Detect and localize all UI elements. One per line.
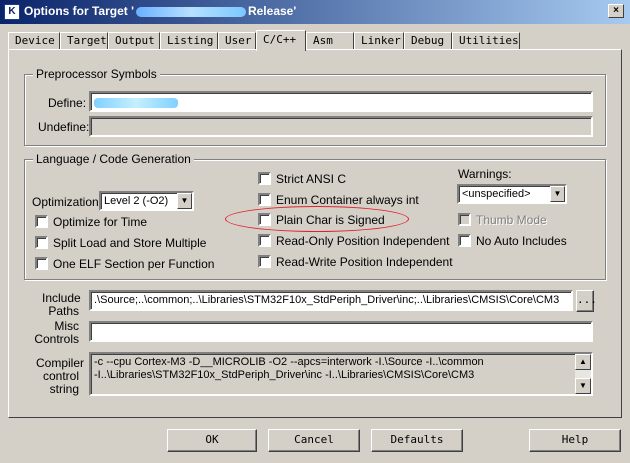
title-prefix: Options for Target '	[24, 4, 134, 18]
optimization-select[interactable]: Level 2 (-O2) ▼	[99, 191, 194, 211]
cancel-button[interactable]: Cancel	[268, 429, 360, 452]
optimization-value: Level 2 (-O2)	[104, 195, 169, 207]
tab-linker[interactable]: Linker	[354, 32, 404, 49]
redacted-define-value	[94, 98, 178, 108]
tab-asm[interactable]: Asm	[306, 32, 354, 49]
window-title: Options for Target ' Release'	[24, 4, 296, 18]
enum-container-checkbox[interactable]	[258, 193, 271, 206]
tab-listing[interactable]: Listing	[160, 32, 218, 49]
annotation-ellipse	[225, 206, 409, 232]
include-browse-button[interactable]: ...	[576, 290, 597, 312]
thumb-mode-checkbox	[458, 213, 471, 226]
ok-button[interactable]: OK	[167, 429, 257, 452]
help-button[interactable]: Help	[529, 429, 621, 452]
rwpi-checkbox[interactable]	[258, 255, 271, 268]
include-label-line2: Paths	[48, 304, 79, 318]
warnings-value: <unspecified>	[462, 188, 531, 200]
title-bar[interactable]: K Options for Target ' Release' ×	[0, 0, 630, 24]
one-elf-section-label: One ELF Section per Function	[53, 257, 215, 271]
one-elf-section-checkbox[interactable]	[35, 257, 48, 270]
compiler-label-line3: string	[49, 382, 79, 396]
warnings-label: Warnings:	[458, 167, 512, 181]
rwpi-label: Read-Write Position Independent	[276, 255, 453, 269]
include-paths-field[interactable]: .\Source;..\common;..\Libraries\STM32F10…	[89, 290, 573, 311]
thumb-mode-label: Thumb Mode	[476, 213, 547, 227]
compiler-scrollbar[interactable]: ▲ ▼	[575, 354, 591, 394]
tab-device[interactable]: Device	[8, 32, 60, 49]
tab-output[interactable]: Output	[108, 32, 160, 49]
chevron-down-icon[interactable]: ▼	[550, 186, 565, 202]
chevron-down-icon[interactable]: ▼	[177, 193, 192, 209]
no-auto-includes-label: No Auto Includes	[476, 234, 567, 248]
compiler-label-line2: control	[42, 369, 79, 383]
optimize-time-label: Optimize for Time	[53, 215, 148, 229]
app-icon: K	[4, 4, 20, 20]
split-load-store-label: Split Load and Store Multiple	[53, 236, 207, 250]
compiler-label-line1: Compiler	[36, 356, 85, 370]
ropi-checkbox[interactable]	[258, 234, 271, 247]
scroll-up-icon[interactable]: ▲	[575, 354, 591, 370]
compiler-line-1: -c --cpu Cortex-M3 -D__MICROLIB -O2 --ap…	[94, 356, 484, 368]
misc-controls-field[interactable]	[89, 321, 593, 342]
preprocessor-group-title: Preprocessor Symbols	[33, 67, 160, 81]
tab-target[interactable]: Target	[60, 32, 108, 49]
define-label: Define:	[48, 96, 87, 110]
strict-ansi-checkbox[interactable]	[258, 172, 271, 185]
include-label-line1: Include	[42, 291, 81, 305]
misc-label-line1: Misc	[54, 319, 79, 333]
no-auto-includes-checkbox[interactable]	[458, 234, 471, 247]
language-group-title: Language / Code Generation	[33, 152, 194, 166]
undefine-label: Undefine:	[38, 120, 90, 134]
scroll-down-icon[interactable]: ▼	[575, 378, 591, 394]
title-suffix: Release'	[247, 4, 297, 18]
misc-label-line2: Controls	[34, 332, 79, 346]
undefine-field	[89, 116, 593, 137]
close-button[interactable]: ×	[608, 4, 624, 18]
ropi-label: Read-Only Position Independent	[276, 234, 450, 248]
warnings-select[interactable]: <unspecified> ▼	[457, 184, 567, 204]
redacted-target-name	[135, 6, 246, 17]
enum-container-label: Enum Container always int	[276, 193, 419, 207]
compiler-line-2: -I..\Libraries\STM32F10x_StdPeriph_Drive…	[94, 369, 475, 381]
compiler-control-string: -c --cpu Cortex-M3 -D__MICROLIB -O2 --ap…	[89, 352, 593, 396]
tab-c-cpp[interactable]: C/C++	[256, 30, 306, 51]
split-load-store-checkbox[interactable]	[35, 236, 48, 249]
tab-user[interactable]: User	[218, 32, 256, 49]
optimize-time-checkbox[interactable]	[35, 215, 48, 228]
optimization-label: Optimization:	[32, 195, 103, 209]
tab-debug[interactable]: Debug	[404, 32, 452, 49]
defaults-button[interactable]: Defaults	[371, 429, 463, 452]
define-field[interactable]	[89, 91, 593, 112]
strict-ansi-label: Strict ANSI C	[276, 172, 347, 186]
tab-utilities[interactable]: Utilities	[452, 32, 520, 49]
